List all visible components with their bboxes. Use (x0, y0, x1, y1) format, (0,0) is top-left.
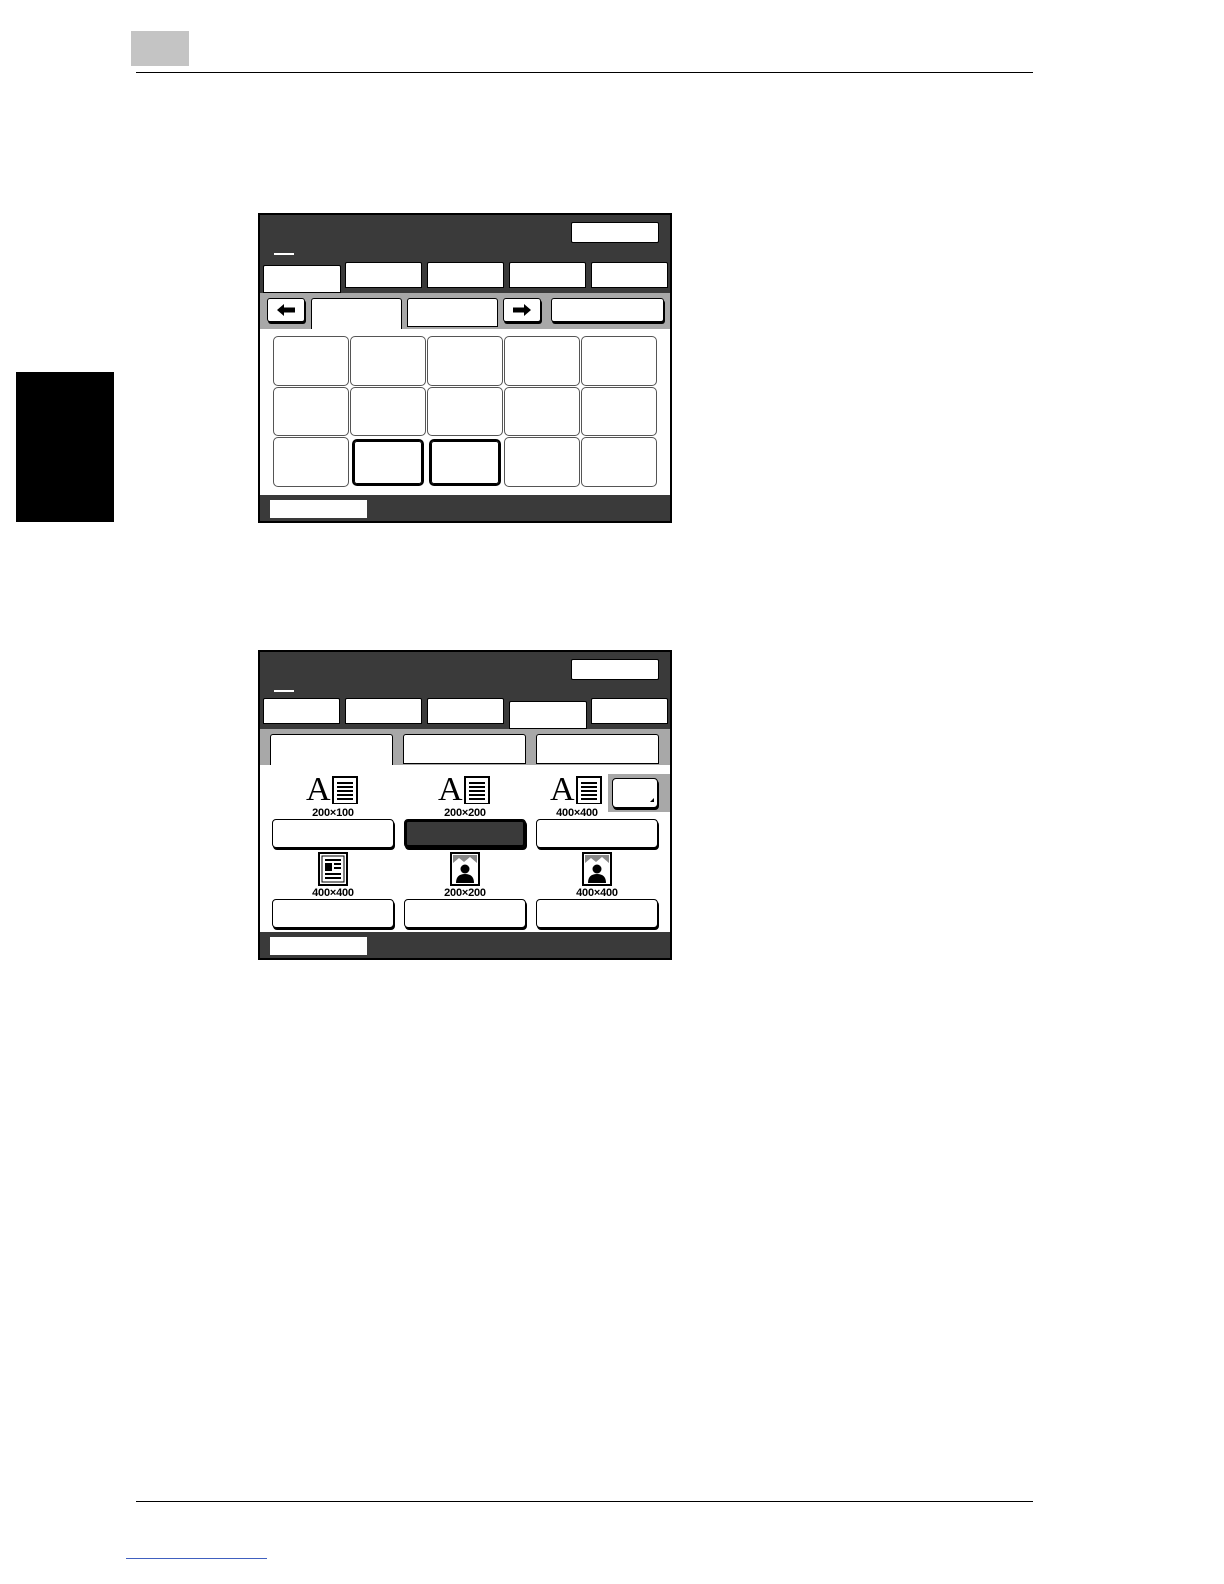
one-touch-key[interactable] (504, 336, 580, 386)
resolution-label: 200×100 (312, 807, 354, 819)
page-number-box (131, 31, 189, 66)
screen2-tab-5[interactable] (591, 698, 668, 724)
screen1-subtab-right-button[interactable] (551, 298, 664, 322)
chapter-side-tab (16, 372, 114, 522)
header-rule (136, 72, 1033, 73)
screen1-status-message-box (270, 500, 367, 518)
screen2-subtab-2[interactable] (403, 734, 526, 764)
screen2-status-message-box (270, 937, 367, 955)
screen1-top-right-button[interactable] (571, 222, 659, 243)
resolution-option-button[interactable] (272, 819, 394, 848)
text-photo-mode-icon (318, 852, 348, 886)
one-touch-key[interactable] (581, 336, 657, 386)
one-touch-key[interactable] (581, 437, 657, 487)
resolution-label: 400×400 (556, 807, 598, 819)
screen2-tab-1[interactable] (263, 698, 340, 724)
corner-triangle-icon (650, 798, 654, 802)
screen1-tab-2[interactable] (345, 262, 422, 288)
screen2-tab-4-active[interactable] (509, 701, 587, 729)
text-mode-icon: A (438, 770, 498, 808)
resolution-label: 200×200 (444, 807, 486, 819)
next-page-button[interactable] (503, 298, 541, 322)
resolution-label: 400×400 (312, 887, 354, 899)
screen1-subtab-2[interactable] (407, 298, 498, 327)
one-touch-key[interactable] (427, 336, 503, 386)
text-mode-icon: A (306, 770, 366, 808)
touch-panel-screen-2: A 200×100 A 200×200 A 400×400 400×400 20… (258, 650, 672, 960)
one-touch-key[interactable] (273, 336, 349, 386)
text-mode-glyph: A (306, 771, 331, 804)
photo-mode-icon (582, 852, 612, 886)
resolution-option-button[interactable] (536, 899, 658, 928)
screen1-subtab-1[interactable] (311, 298, 402, 330)
screen2-title-underline (274, 690, 294, 692)
one-touch-key[interactable] (504, 437, 580, 487)
resolution-option-button[interactable] (404, 899, 526, 928)
resolution-option-button-selected[interactable] (404, 819, 526, 848)
screen1-tab-1[interactable] (263, 265, 341, 293)
screen2-tab-2[interactable] (345, 698, 422, 724)
footer-rule (136, 1501, 1033, 1502)
arrow-right-icon (513, 304, 531, 316)
footer-link-underline[interactable] (126, 1558, 267, 1559)
one-touch-key-selected[interactable] (429, 439, 501, 486)
arrow-left-icon (277, 304, 295, 316)
resolution-label: 400×400 (576, 887, 618, 899)
screen1-tab-4[interactable] (509, 262, 586, 288)
screen2-top-right-button[interactable] (571, 659, 659, 680)
one-touch-key[interactable] (273, 387, 349, 436)
text-mode-glyph: A (438, 771, 463, 804)
screen1-tab-3[interactable] (427, 262, 504, 288)
previous-page-button[interactable] (267, 298, 305, 322)
text-mode-glyph: A (550, 771, 575, 804)
screen1-title-underline (274, 253, 294, 255)
resolution-option-button[interactable] (272, 899, 394, 928)
one-touch-key-selected[interactable] (352, 439, 424, 486)
one-touch-key[interactable] (273, 437, 349, 487)
one-touch-key[interactable] (350, 387, 426, 436)
screen2-subtab-1-active[interactable] (270, 734, 393, 767)
one-touch-key[interactable] (350, 336, 426, 386)
one-touch-key[interactable] (581, 387, 657, 436)
resolution-option-button[interactable] (536, 819, 658, 848)
touch-panel-screen-1 (258, 213, 672, 523)
one-touch-key[interactable] (504, 387, 580, 436)
resolution-label: 200×200 (444, 887, 486, 899)
one-touch-key[interactable] (427, 387, 503, 436)
screen2-subtab-3[interactable] (536, 734, 659, 764)
detail-settings-button[interactable] (612, 778, 658, 808)
screen2-tab-3[interactable] (427, 698, 504, 724)
photo-mode-icon (450, 852, 480, 886)
text-mode-icon: A (550, 770, 610, 808)
screen1-tab-5[interactable] (591, 262, 668, 288)
